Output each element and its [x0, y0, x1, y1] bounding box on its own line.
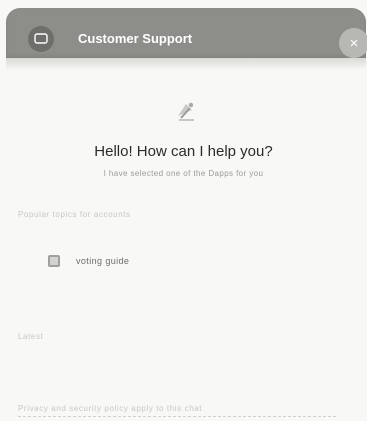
section-label-popular: Popular topics for accounts — [18, 210, 131, 219]
chat-bubble-icon[interactable] — [28, 26, 54, 52]
footer-label: Privacy and security policy apply to thi… — [18, 404, 203, 413]
option-label: voting guide — [76, 256, 130, 266]
header-title: Customer Support — [78, 31, 193, 46]
chat-header: Customer Support × — [6, 8, 367, 58]
header-shadow — [6, 58, 366, 70]
support-panel: Customer Support × Hello! How can I help… — [0, 0, 367, 421]
greeting-subtitle: I have selected one of the Dapps for you — [103, 169, 264, 178]
option-voting-guide[interactable]: voting guide — [40, 248, 340, 274]
close-button[interactable]: × — [339, 28, 367, 58]
bot-avatar-icon — [170, 96, 200, 126]
greeting-title: Hello! How can I help you? — [94, 143, 273, 160]
footer-divider — [18, 416, 338, 417]
image-icon — [48, 255, 60, 267]
section-label-latest: Latest — [18, 332, 44, 341]
